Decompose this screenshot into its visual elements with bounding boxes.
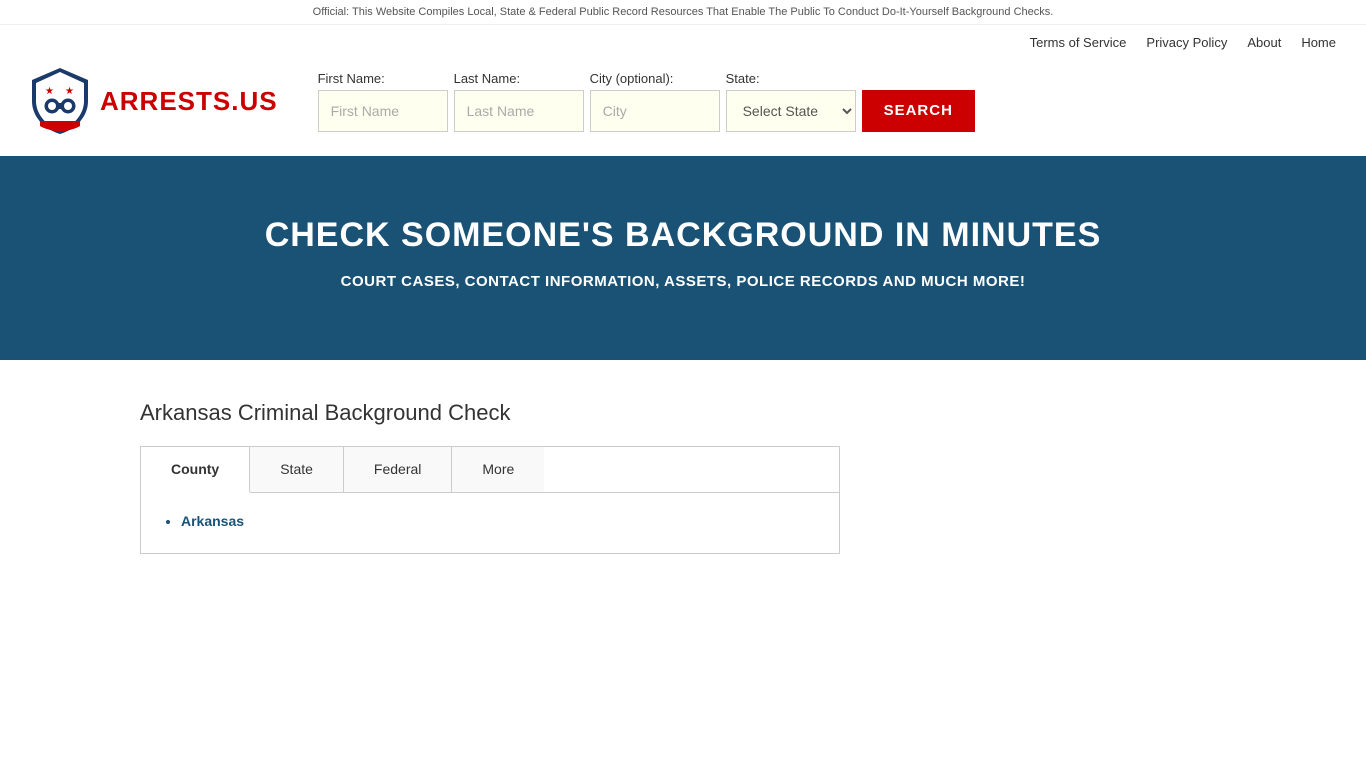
county-list: Arkansas	[161, 509, 819, 533]
lastname-field: Last Name:	[454, 71, 584, 132]
top-bar: Official: This Website Compiles Local, S…	[0, 0, 1366, 25]
tab-content-county: Arkansas	[141, 493, 839, 553]
firstname-field: First Name:	[318, 71, 448, 132]
tab-more[interactable]: More	[452, 447, 544, 492]
state-field: State: Select State Alabama Alaska Arkan…	[726, 71, 856, 132]
hero-heading: CHECK SOMEONE'S BACKGROUND IN MINUTES	[20, 216, 1346, 255]
nav-privacy[interactable]: Privacy Policy	[1146, 35, 1227, 50]
nav-terms[interactable]: Terms of Service	[1030, 35, 1127, 50]
state-label: State:	[726, 71, 856, 86]
city-input[interactable]	[590, 90, 720, 132]
main-content: Arkansas Criminal Background Check Count…	[0, 360, 1366, 594]
hero-banner: CHECK SOMEONE'S BACKGROUND IN MINUTES CO…	[0, 156, 1366, 360]
firstname-label: First Name:	[318, 71, 448, 86]
logo[interactable]: ★ ★ ARRESTS.US	[30, 66, 278, 136]
header-main: ★ ★ ARRESTS.US First Name: La	[30, 56, 1336, 156]
tab-county[interactable]: County	[141, 447, 250, 493]
city-label: City (optional):	[590, 71, 720, 86]
nav-home[interactable]: Home	[1301, 35, 1336, 50]
state-select[interactable]: Select State Alabama Alaska Arkansas Cal…	[726, 90, 856, 132]
logo-shield-icon: ★ ★	[30, 66, 90, 136]
header: Terms of Service Privacy Policy About Ho…	[0, 25, 1366, 156]
tabs-container: County State Federal More Arkansas	[140, 446, 840, 554]
nav-about[interactable]: About	[1247, 35, 1281, 50]
svg-text:★: ★	[45, 86, 54, 97]
tab-federal[interactable]: Federal	[344, 447, 452, 492]
search-button[interactable]: SEARCH	[862, 90, 975, 132]
logo-text: ARRESTS.US	[100, 86, 278, 117]
tab-state[interactable]: State	[250, 447, 344, 492]
firstname-input[interactable]	[318, 90, 448, 132]
hero-subheading: COURT CASES, CONTACT INFORMATION, ASSETS…	[20, 273, 1346, 290]
section-title: Arkansas Criminal Background Check	[140, 400, 1226, 426]
header-nav: Terms of Service Privacy Policy About Ho…	[30, 25, 1336, 56]
list-item[interactable]: Arkansas	[181, 509, 819, 533]
city-field: City (optional):	[590, 71, 720, 132]
top-bar-text: Official: This Website Compiles Local, S…	[313, 6, 1054, 18]
svg-text:★: ★	[65, 86, 74, 97]
lastname-label: Last Name:	[454, 71, 584, 86]
tabs-header: County State Federal More	[141, 447, 839, 493]
lastname-input[interactable]	[454, 90, 584, 132]
search-form: First Name: Last Name: City (optional): …	[318, 71, 975, 132]
